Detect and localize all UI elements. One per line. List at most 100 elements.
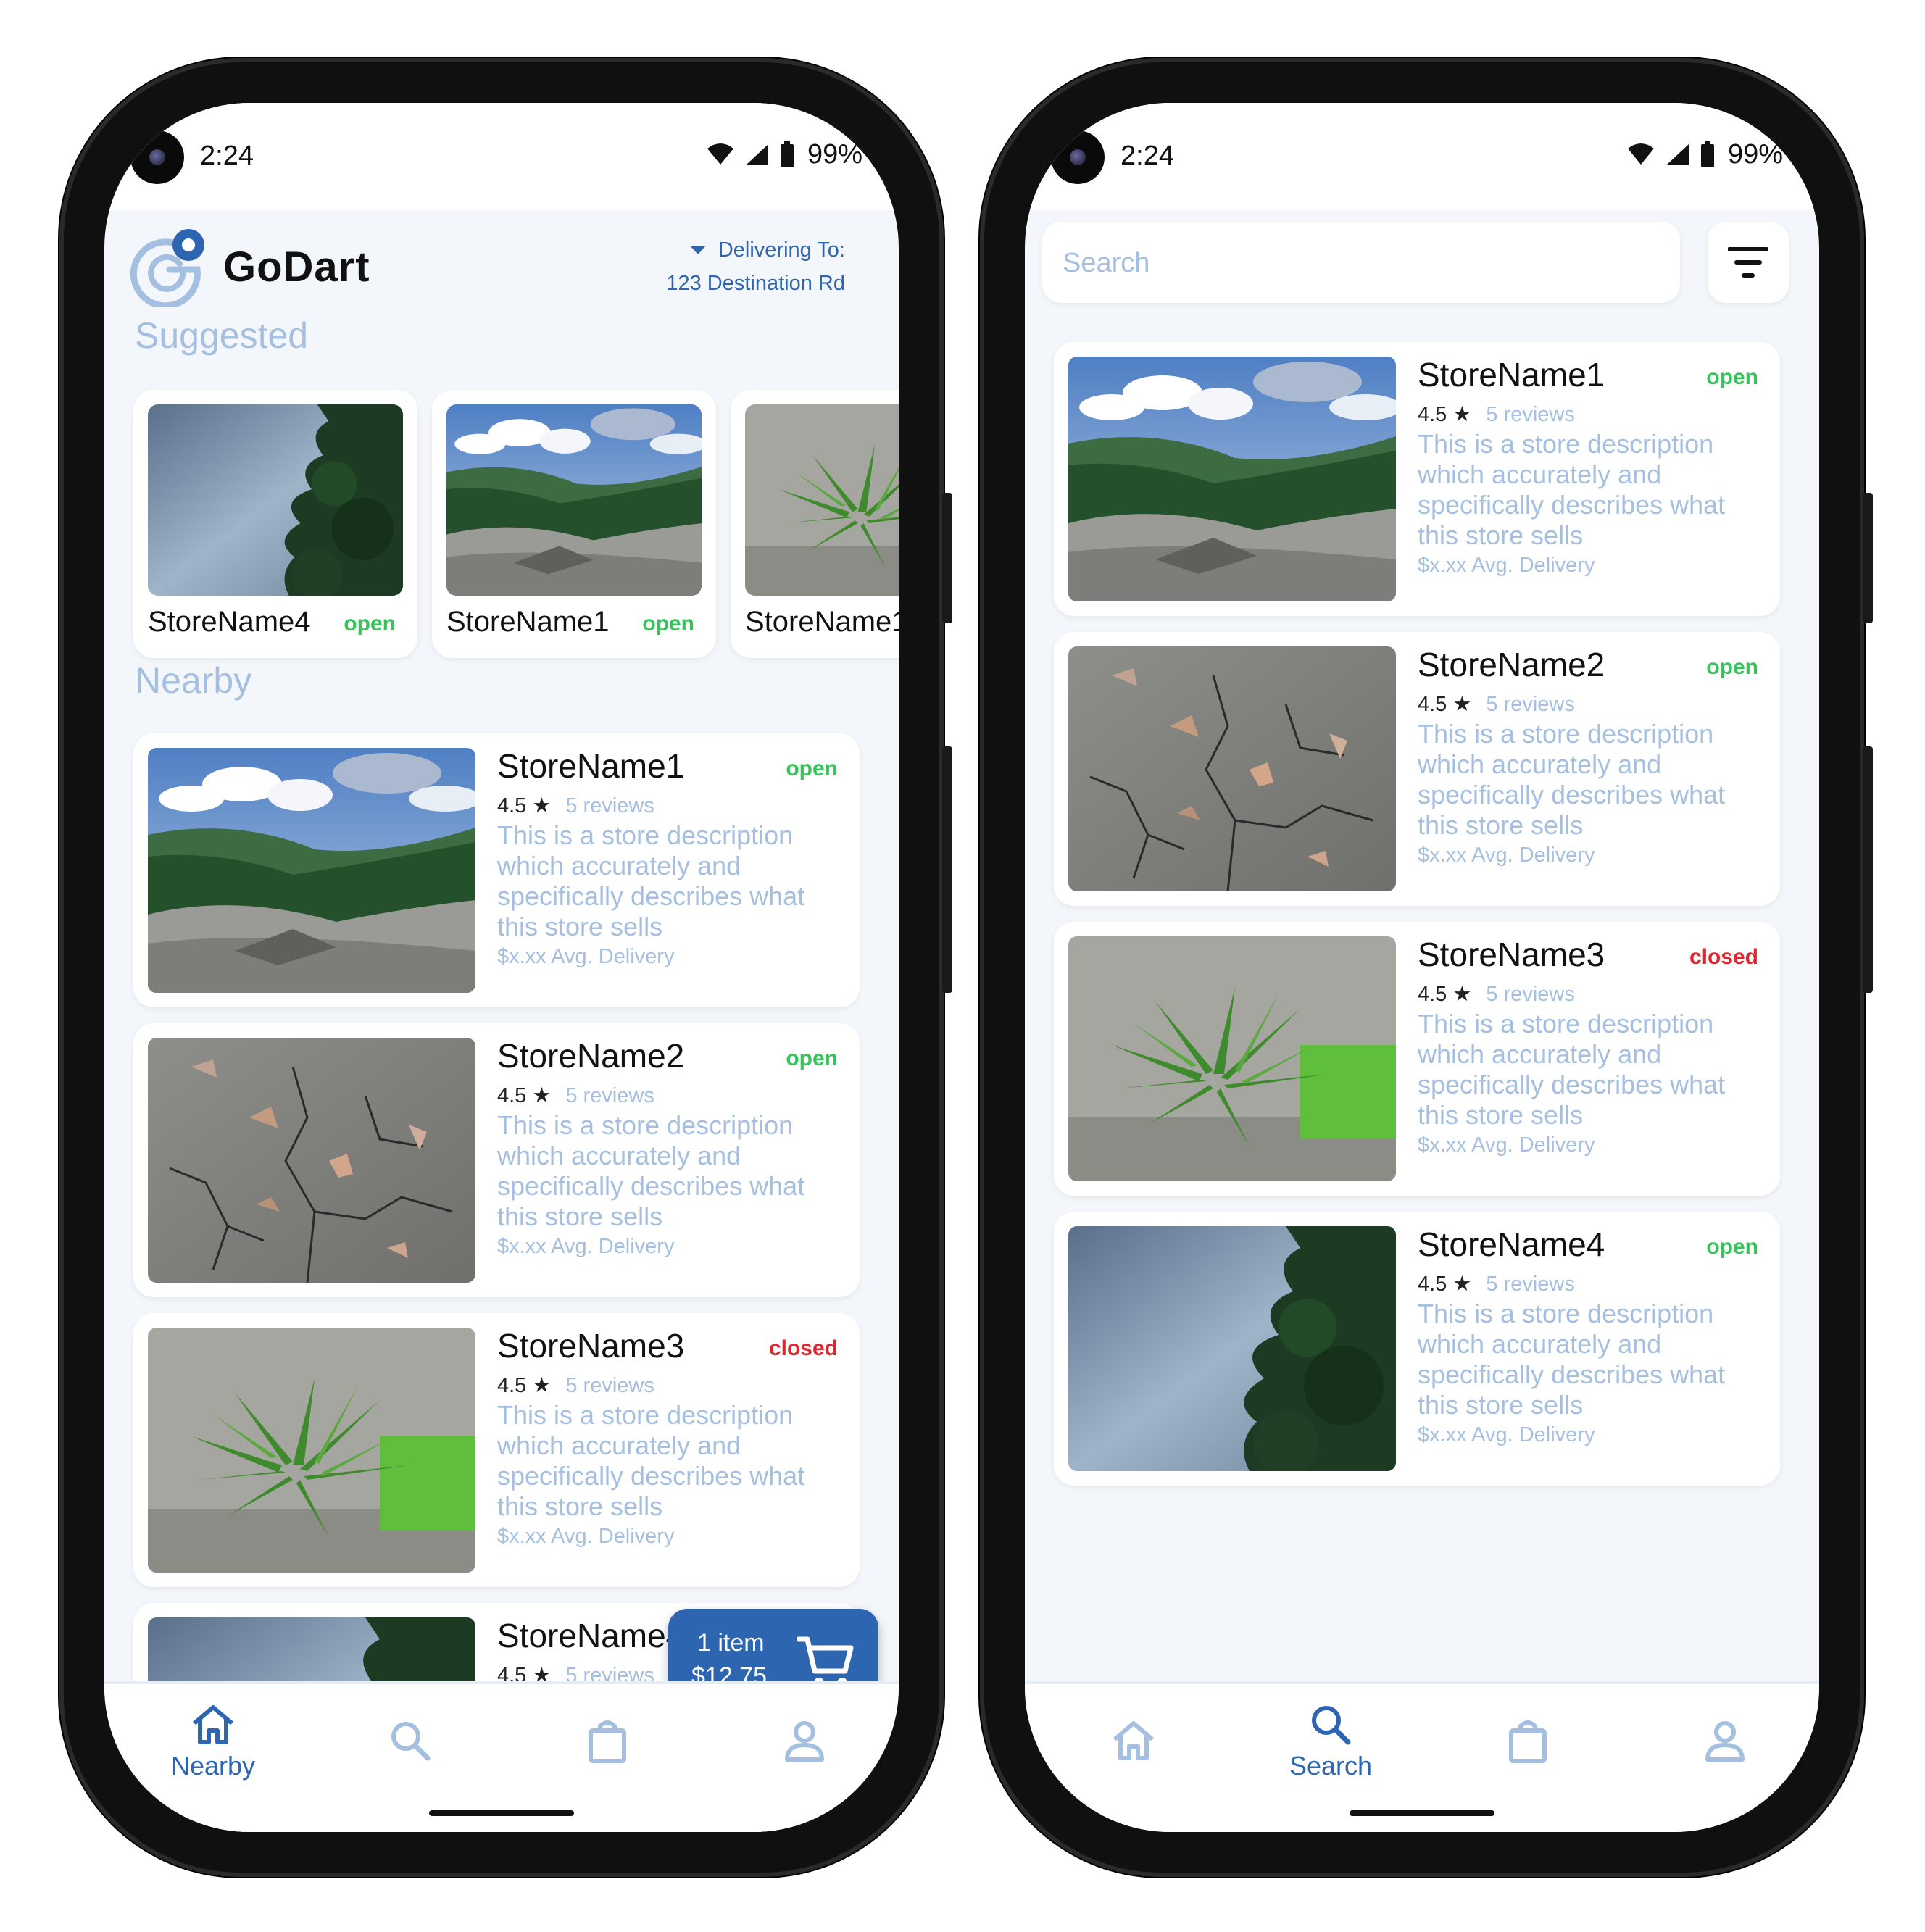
suggested-heading: Suggested [135, 315, 309, 356]
volume-button [942, 746, 952, 993]
store-image [148, 404, 403, 596]
nav-nearby[interactable]: Nearby [141, 1703, 286, 1781]
dropdown-arrow-icon [690, 246, 705, 254]
store-status: open [642, 612, 694, 636]
suggested-card[interactable]: StoreName1 [731, 390, 899, 658]
store-name: StoreName1 [446, 606, 610, 638]
volume-button [1863, 746, 1873, 993]
nav-label: Nearby [170, 1751, 256, 1781]
nearby-heading: Nearby [135, 660, 252, 701]
rating-value: 4.5 ★ [497, 1374, 552, 1397]
store-image [1068, 1226, 1396, 1471]
store-status: open [344, 612, 396, 636]
store-image [1068, 936, 1396, 1181]
rating-value: 4.5 ★ [1418, 1273, 1472, 1296]
store-card[interactable]: StoreName3 closed 4.5 ★ 5 reviews This is… [1054, 922, 1780, 1196]
store-rating: 4.5 ★ 5 reviews [1418, 691, 1575, 717]
store-status: open [1706, 365, 1758, 389]
delivery-fee: $x.xx Avg. Delivery [1418, 844, 1595, 867]
nav-profile[interactable] [732, 1719, 877, 1762]
delivery-fee: $x.xx Avg. Delivery [1418, 1133, 1595, 1157]
suggested-carousel[interactable]: StoreName4 open StoreName1 open StoreNam… [133, 390, 899, 659]
store-card[interactable]: StoreName2 open 4.5 ★ 5 reviews This is a… [133, 1023, 860, 1297]
signal-icon [1666, 144, 1689, 165]
bottom-nav: Nearby [104, 1681, 899, 1832]
battery-percent: 99% [807, 138, 862, 170]
user-icon [1705, 1721, 1745, 1762]
rating-value: 4.5 ★ [1418, 403, 1472, 426]
store-description: This is a store description which accura… [1418, 1299, 1726, 1420]
store-card[interactable]: StoreName1 open 4.5 ★ 5 reviews This is a… [1054, 342, 1780, 616]
store-description: This is a store description which accura… [497, 1110, 805, 1231]
store-card[interactable]: StoreName3 closed 4.5 ★ 5 reviews This is… [133, 1313, 860, 1587]
filter-button[interactable] [1708, 222, 1789, 303]
nav-search[interactable]: Search [1258, 1703, 1403, 1781]
review-count: 5 reviews [565, 1374, 654, 1397]
store-rating: 4.5 ★ 5 reviews [497, 1373, 654, 1398]
wifi-icon [1627, 143, 1654, 165]
search-icon [391, 1722, 431, 1761]
store-name: StoreName1 [497, 747, 685, 785]
gesture-home-bar[interactable] [1350, 1810, 1494, 1816]
store-image [148, 1328, 475, 1573]
delivery-address: 123 Destination Rd [666, 272, 845, 295]
review-count: 5 reviews [1486, 983, 1575, 1006]
store-card[interactable]: StoreName4 open 4.5 ★ 5 reviews This is a… [1054, 1212, 1780, 1486]
store-description: This is a store description which accura… [497, 820, 805, 941]
store-name: StoreName4 [497, 1617, 685, 1654]
status-bar: 2:24 99% [1025, 103, 1819, 210]
delivery-fee: $x.xx Avg. Delivery [1418, 1423, 1595, 1446]
nav-profile[interactable] [1652, 1719, 1797, 1762]
store-status: open [1706, 1235, 1758, 1259]
bottom-nav: Search [1025, 1681, 1819, 1832]
app-title: GoDart [223, 243, 370, 291]
store-name: StoreName4 [1418, 1225, 1605, 1263]
nav-nearby[interactable] [1061, 1719, 1206, 1762]
store-description: This is a store description which accura… [1418, 719, 1726, 840]
search-icon [1312, 1706, 1351, 1745]
phone-frame-left: 2:24 99% GoDart Delivering To: 123 Desti… [59, 58, 952, 1877]
nav-orders[interactable] [1455, 1719, 1600, 1764]
phone-frame-right: 2:24 99% StoreName1 open 4.5 ★ 5 reviews … [980, 58, 1873, 1877]
delivery-fee: $x.xx Avg. Delivery [1418, 554, 1595, 577]
store-name: StoreName4 [148, 606, 311, 638]
store-card[interactable]: StoreName2 open 4.5 ★ 5 reviews This is a… [1054, 632, 1780, 906]
review-count: 5 reviews [565, 1084, 654, 1107]
nav-label: Search [1289, 1751, 1373, 1781]
store-card[interactable]: StoreName1 open 4.5 ★ 5 reviews This is a… [133, 733, 860, 1007]
suggested-card[interactable]: StoreName4 open [133, 390, 417, 658]
system-icons: 99% [1626, 136, 1783, 172]
search-input[interactable] [1061, 222, 1658, 304]
rating-value: 4.5 ★ [497, 1084, 552, 1107]
delivering-label: Delivering To: [718, 238, 845, 262]
store-name: StoreName2 [497, 1037, 685, 1075]
nav-search[interactable] [338, 1719, 483, 1762]
system-icons: 99% [706, 136, 862, 172]
review-count: 5 reviews [1486, 693, 1575, 716]
suggested-card[interactable]: StoreName1 open [432, 390, 716, 658]
delivery-address-selector[interactable]: Delivering To: 123 Destination Rd [666, 233, 845, 300]
store-status: open [786, 757, 838, 780]
signal-icon [746, 144, 768, 165]
store-name: StoreName3 [497, 1327, 685, 1365]
store-image [446, 404, 702, 596]
store-image [148, 1038, 475, 1283]
store-image [148, 748, 475, 993]
store-name: StoreName1 [1418, 356, 1605, 394]
front-camera [130, 130, 184, 184]
store-rating: 4.5 ★ 5 reviews [497, 793, 654, 818]
rating-value: 4.5 ★ [1418, 983, 1472, 1006]
store-status: closed [768, 1336, 838, 1360]
search-screen: 2:24 99% StoreName1 open 4.5 ★ 5 reviews … [1025, 103, 1819, 1832]
store-description: This is a store description which accura… [1418, 1009, 1726, 1130]
nav-orders[interactable] [535, 1719, 680, 1764]
store-image [1068, 357, 1396, 601]
rating-value: 4.5 ★ [497, 794, 552, 817]
cart-item-count: 1 item [697, 1629, 765, 1657]
power-button [1863, 493, 1873, 623]
review-count: 5 reviews [565, 794, 654, 817]
store-status: open [786, 1046, 838, 1070]
gesture-home-bar[interactable] [429, 1810, 574, 1816]
godart-logo-icon [126, 226, 207, 309]
status-bar: 2:24 99% [104, 103, 899, 210]
